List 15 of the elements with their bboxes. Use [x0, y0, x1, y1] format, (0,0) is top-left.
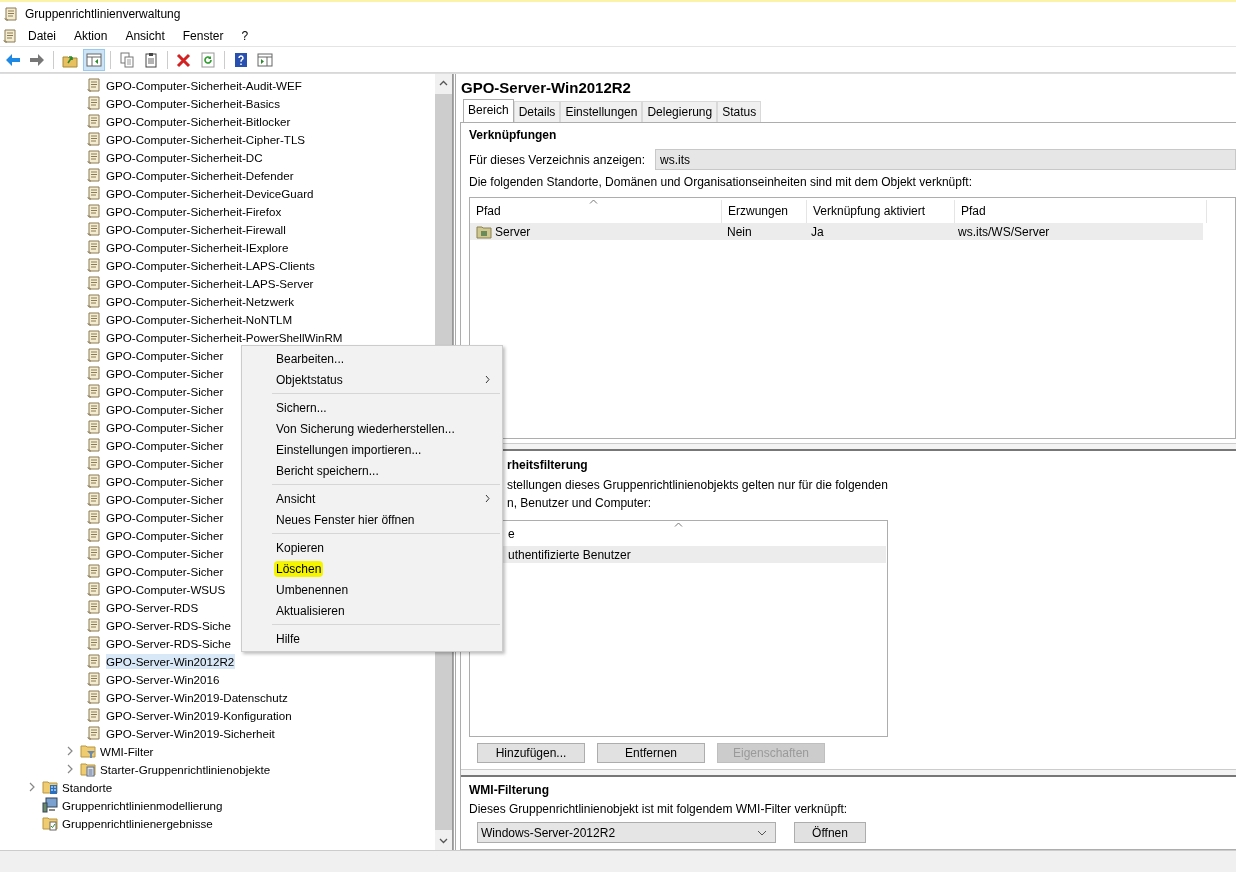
object-title: GPO-Server-Win2012R2	[460, 78, 632, 98]
section-heading: rheitsfilterung	[506, 457, 589, 474]
field-label: Für dieses Verzeichnis anzeigen:	[469, 152, 646, 167]
table-cell: Server	[495, 224, 531, 239]
description-text: stellungen dieses Gruppenrichtlinienobjekts gelten nur für die folgenden	[506, 477, 889, 494]
description-text: n, Benutzer und Computer:	[506, 495, 653, 512]
description-text: Die folgenden Standorte, Domänen und Organisationseinheiten sind mit dem Objekt verknüpft:	[468, 174, 973, 191]
section-heading: WMI-Filterung	[468, 782, 550, 799]
table-cell: Nein	[727, 224, 752, 239]
description-text: Dieses Gruppenrichtlinienobjekt ist mit folgendem WMI-Filter verknüpft:	[468, 801, 849, 818]
window-title: Gruppenrichtlinienverwaltung	[25, 7, 181, 21]
table-cell: uthentifizierte Benutzer	[508, 547, 631, 562]
table-cell: Ja	[811, 224, 824, 239]
table-cell: ws.its/WS/Server	[958, 224, 1050, 239]
section-heading: Verknüpfungen	[468, 127, 558, 144]
